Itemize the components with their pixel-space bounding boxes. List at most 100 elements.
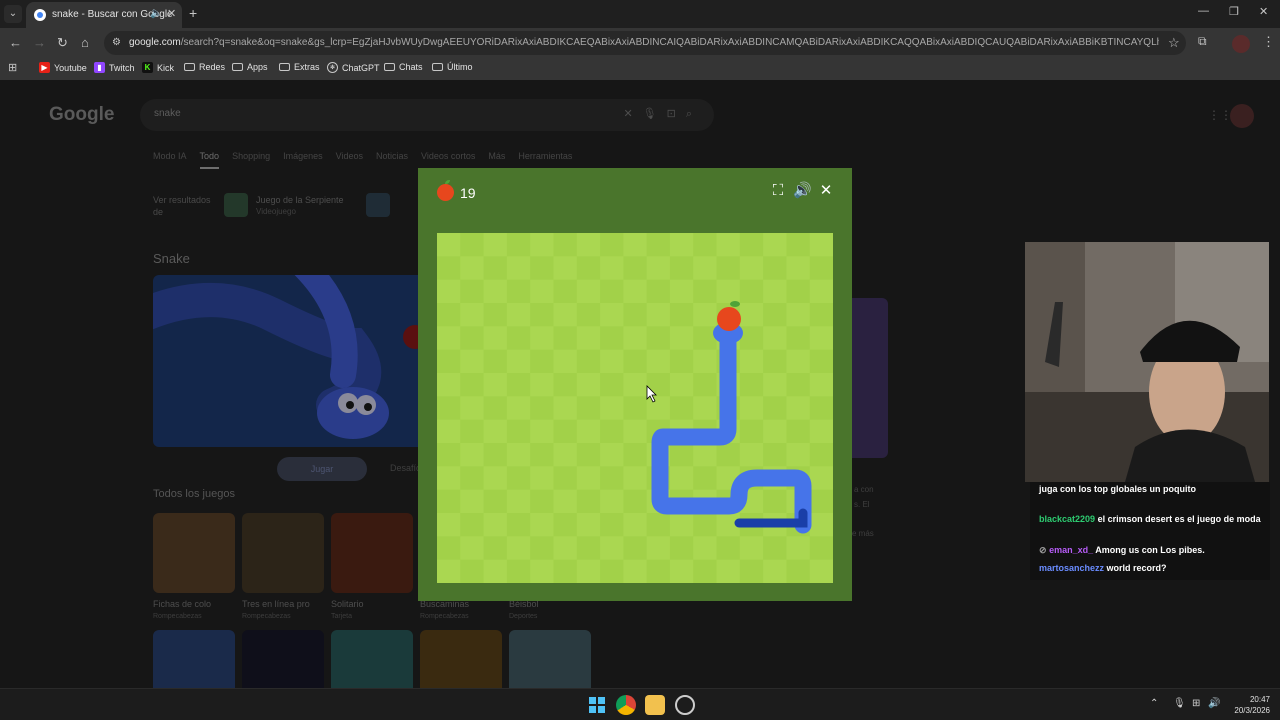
game-card-row2-1[interactable]	[153, 630, 235, 688]
board-cell	[437, 443, 461, 467]
search-input[interactable]: snake ✕🎙⊡⌕	[140, 99, 714, 131]
board-cell	[506, 373, 531, 397]
game-card-row2-4[interactable]	[420, 630, 502, 688]
google-logo[interactable]: Google	[49, 104, 114, 126]
twitch-icon: ▮	[94, 62, 105, 73]
snake-hero-image[interactable]	[153, 275, 421, 447]
tab-mas[interactable]: Más	[488, 151, 505, 169]
game-card-tres-en-linea[interactable]	[242, 513, 324, 593]
bookmark-twitch[interactable]: ▮ Twitch	[94, 62, 135, 73]
address-bar[interactable]: ⚙ google.com/search?q=snake&oq=snake&gs_…	[104, 31, 1186, 55]
board-cell	[553, 349, 578, 374]
bookmark-folder-redes[interactable]: Redes	[184, 62, 225, 72]
board-cell	[623, 466, 648, 491]
tab-modo-ia[interactable]: Modo IA	[153, 151, 187, 169]
board-cell	[553, 326, 578, 351]
reload-icon[interactable]: ↻	[57, 35, 68, 51]
board-cell	[483, 326, 508, 351]
board-cell	[669, 396, 694, 421]
board-cell	[763, 326, 787, 351]
tray-chevron-icon[interactable]: ⌃	[1150, 698, 1158, 709]
board-cell	[576, 326, 601, 351]
menu-kebab-icon[interactable]: ⋮	[1262, 34, 1275, 50]
speaker-icon[interactable]: 🔈	[150, 8, 162, 19]
network-icon[interactable]: ⊞	[1192, 698, 1200, 709]
board-cell	[669, 233, 694, 257]
board-cell	[483, 233, 508, 257]
forward-icon[interactable]: →	[33, 35, 46, 50]
tab-videos-cortos[interactable]: Videos cortos	[421, 151, 475, 169]
address-text[interactable]: google.com/search?q=snake&oq=snake&gs_lc…	[129, 37, 1159, 48]
game-card-solitario[interactable]	[331, 513, 413, 593]
game-card-row2-5[interactable]	[509, 630, 591, 688]
avatar[interactable]	[1230, 104, 1254, 128]
board-cell	[786, 396, 811, 421]
board-cell	[460, 256, 485, 281]
volume-icon[interactable]: 🔊	[793, 182, 812, 200]
chat-username: eman_xd_	[1049, 545, 1094, 555]
app-icon[interactable]	[675, 695, 695, 715]
bookmark-folder-apps[interactable]: Apps	[232, 62, 268, 72]
close-icon[interactable]: ✕	[817, 182, 835, 200]
bookmark-folder-ultimo[interactable]: Último	[432, 62, 473, 72]
board-cell	[553, 513, 578, 537]
extensions-puzzle-icon[interactable]: ⧉	[1198, 34, 1207, 49]
board-cell	[763, 233, 787, 257]
tab-noticias[interactable]: Noticias	[376, 151, 408, 169]
entity-chip-snake-game[interactable]: Juego de la Serpiente Videojuego	[224, 193, 364, 217]
board-cell	[623, 233, 648, 257]
minimize-icon[interactable]: —	[1198, 5, 1209, 17]
tab-videos[interactable]: Videos	[336, 151, 363, 169]
board-cell	[553, 443, 578, 467]
game-card-pacman[interactable]	[242, 630, 324, 688]
clock[interactable]: 20:47 20/3/2026	[1228, 694, 1270, 716]
back-icon[interactable]: ←	[9, 35, 22, 50]
apps-grid-icon[interactable]: ⊞	[8, 61, 17, 74]
bookmark-chatgpt[interactable]: ✻ ChatGPT	[327, 62, 380, 73]
bookmark-folder-extras[interactable]: Extras	[279, 62, 320, 72]
bookmark-youtube[interactable]: ▶ Youtube	[39, 62, 87, 73]
google-apps-icon[interactable]: ⋮⋮	[1208, 108, 1232, 122]
site-info-icon[interactable]: ⚙	[112, 37, 121, 48]
restore-icon[interactable]: ❐	[1229, 5, 1239, 18]
volume-icon[interactable]: 🔊	[1208, 698, 1220, 709]
tab-imagenes[interactable]: Imágenes	[283, 151, 323, 169]
file-explorer-icon[interactable]	[645, 695, 665, 715]
board-cell	[786, 233, 811, 257]
board-cell	[809, 489, 833, 514]
play-button[interactable]: Jugar	[277, 457, 367, 481]
tab-todo[interactable]: Todo	[199, 151, 220, 169]
board-cell	[553, 536, 578, 561]
game-card-row2-3[interactable]	[331, 630, 413, 688]
home-icon[interactable]: ⌂	[81, 35, 89, 50]
fullscreen-icon[interactable]: ⛶	[769, 182, 787, 200]
bookmark-kick[interactable]: K Kick	[142, 62, 174, 73]
game-board[interactable]	[437, 233, 833, 583]
new-tab-icon[interactable]: +	[189, 5, 197, 21]
search-actions-icons[interactable]: ✕🎙⊡⌕	[623, 107, 702, 121]
challenge-link[interactable]: Desafío	[390, 463, 421, 473]
windows-start-icon[interactable]	[587, 695, 607, 715]
chat-message-text: world record?	[1106, 563, 1167, 573]
tab-herramientas[interactable]: Herramientas	[518, 151, 572, 169]
side-game-image[interactable]	[852, 298, 888, 458]
game-card-fichas[interactable]	[153, 513, 235, 593]
window-close-icon[interactable]: ✕	[1259, 5, 1268, 18]
folder-icon	[232, 63, 243, 71]
board-cell	[437, 419, 461, 444]
board-cell	[739, 396, 764, 421]
bookmark-label: Twitch	[109, 62, 135, 73]
profile-avatar[interactable]	[1232, 35, 1250, 53]
tab-search-chevron-icon[interactable]: ⌄	[4, 5, 22, 23]
bookmark-star-icon[interactable]: ☆	[1168, 35, 1180, 51]
google-favicon-icon	[34, 9, 46, 21]
tab-snake-search[interactable]: snake - Buscar con Google 🔈 ✕	[26, 2, 182, 28]
close-icon[interactable]: ✕	[167, 7, 176, 20]
board-cell	[530, 489, 554, 514]
chrome-icon[interactable]	[616, 695, 636, 715]
mic-icon[interactable]: 🎙	[1173, 698, 1186, 709]
tab-shopping[interactable]: Shopping	[232, 151, 270, 169]
entity-chip-thumbnail[interactable]	[366, 193, 390, 217]
bookmark-folder-chats[interactable]: Chats	[384, 62, 423, 72]
game-header: 19 ⛶ 🔊 ✕	[418, 168, 852, 215]
